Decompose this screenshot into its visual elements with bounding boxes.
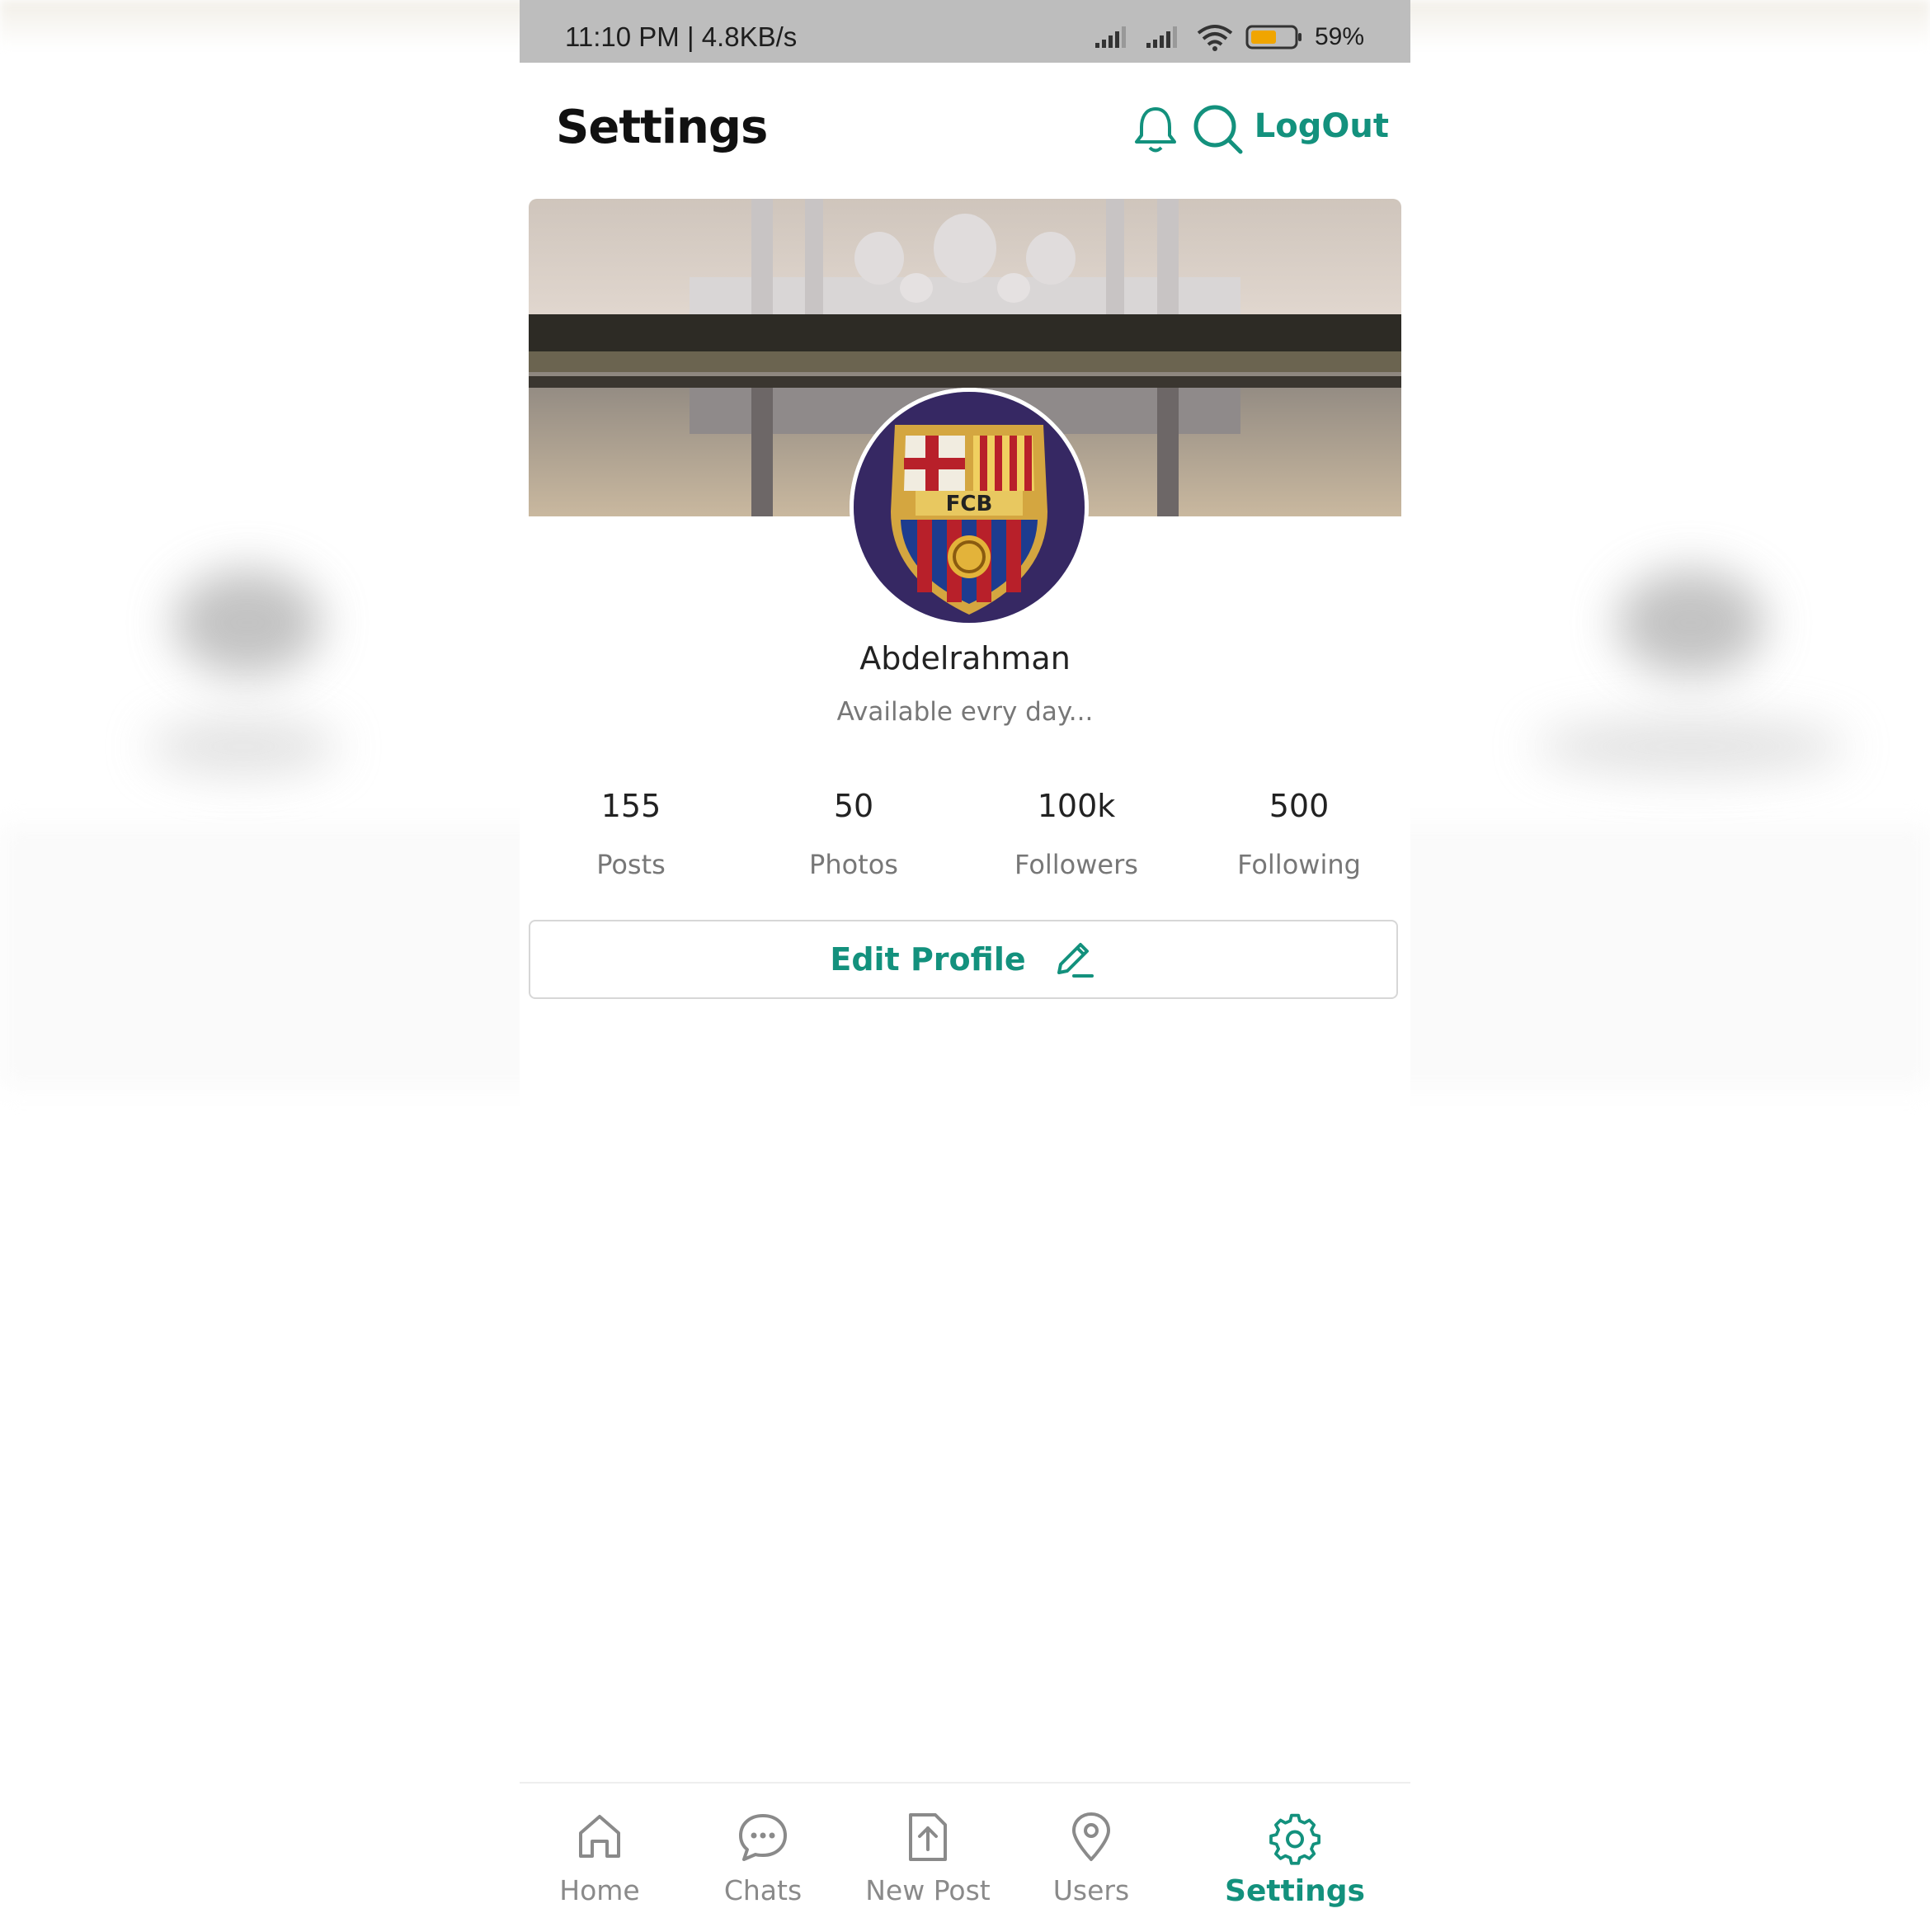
chat-icon (739, 1814, 787, 1861)
profile-bio: Available evry day... (836, 697, 1094, 727)
nav-item-chats[interactable]: Chats (703, 1808, 823, 1906)
stat-label: Followers (1014, 849, 1138, 880)
wifi-icon (1197, 25, 1233, 51)
nav-label: New Post (865, 1874, 991, 1906)
backdrop-blob-right (1617, 569, 1765, 676)
app-bar: Settings LogOut (520, 82, 1410, 181)
avatar[interactable]: FCB (850, 388, 1089, 627)
nav-label: Users (1052, 1874, 1130, 1906)
status-bar: 11:10 PM | 4.8KB/s 59% (520, 0, 1410, 63)
nav-label: Home (559, 1874, 640, 1906)
stat-label: Posts (596, 849, 666, 880)
stat-following[interactable]: 500 Following (1188, 788, 1410, 887)
stat-followers[interactable]: 100k Followers (965, 788, 1188, 887)
nav-label: Settings (1225, 1874, 1365, 1908)
status-icons: 59% (1094, 23, 1364, 51)
stat-value: 50 (833, 788, 874, 824)
upload-icon (909, 1813, 947, 1861)
phone-screen: 11:10 PM | 4.8KB/s 59% Settings LogOut F… (520, 0, 1410, 1932)
location-icon (1072, 1812, 1110, 1861)
backdrop-blob-right-2 (1534, 718, 1848, 775)
gear-icon (1269, 1813, 1320, 1865)
stat-posts[interactable]: 155 Posts (520, 788, 742, 887)
edit-profile-label: Edit Profile (830, 941, 1026, 978)
backdrop-blob-left-2 (148, 718, 338, 775)
backdrop-blob-left (173, 569, 322, 676)
battery-percent: 59% (1314, 23, 1364, 50)
logout-button[interactable]: LogOut (1254, 107, 1389, 145)
profile-stats: 155 Posts 50 Photos 100k Followers 500 F… (520, 788, 1410, 887)
nav-item-home[interactable]: Home (539, 1808, 660, 1906)
nav-item-new-post[interactable]: New Post (850, 1808, 1006, 1906)
bottom-nav: Home Chats New Post Users Settings (520, 1782, 1410, 1932)
edit-profile-button[interactable]: Edit Profile (529, 920, 1398, 999)
bell-icon[interactable] (1127, 101, 1184, 158)
stat-photos[interactable]: 50 Photos (742, 788, 965, 887)
home-icon (579, 1815, 620, 1858)
nav-item-users[interactable]: Users (1031, 1808, 1151, 1906)
signal-icon-2 (1146, 26, 1177, 48)
pencil-icon (1057, 943, 1094, 978)
status-time: 11:10 PM | 4.8KB/s (565, 21, 798, 52)
battery-icon (1245, 25, 1302, 49)
stat-value: 100k (1037, 788, 1116, 824)
profile-name: Abdelrahman (859, 640, 1071, 676)
nav-item-settings[interactable]: Settings (1221, 1808, 1369, 1908)
avatar-crest-text: FCB (946, 492, 993, 516)
stat-label: Photos (809, 849, 898, 880)
signal-icon (1094, 26, 1126, 48)
stat-value: 500 (1269, 788, 1330, 824)
stat-label: Following (1237, 849, 1361, 880)
stat-value: 155 (600, 788, 661, 824)
page-title: Settings (556, 101, 768, 154)
nav-label: Chats (723, 1874, 803, 1906)
search-icon[interactable] (1189, 101, 1247, 158)
